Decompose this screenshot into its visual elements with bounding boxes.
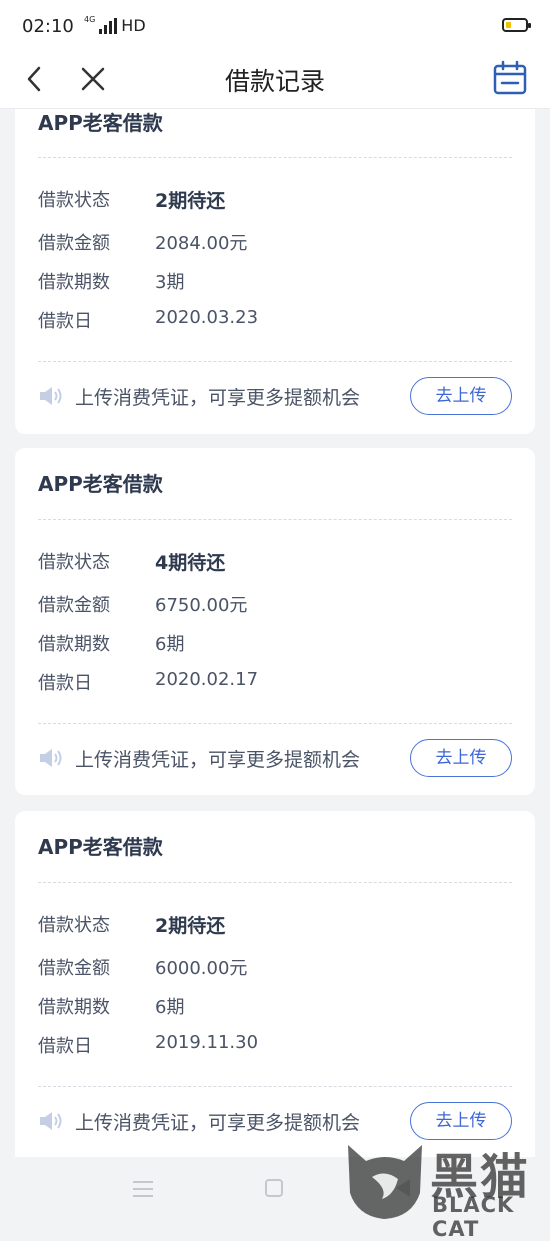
loan-list[interactable]: APP老客借款 借款状态 2期待还 借款金额 2084.00元 借款期数 3期 … [0,109,550,1157]
loan-card[interactable]: APP老客借款 借款状态 2期待还 借款金额 2084.00元 借款期数 3期 … [15,109,535,434]
status-row: 借款状态 2期待还 [38,186,512,214]
term-value: 6期 [155,997,185,1018]
notice-text: 上传消费凭证，可享更多提额机会 [75,749,361,771]
term-value: 3期 [155,272,185,293]
network-type: 4G [84,15,96,24]
amount-label: 借款金额 [38,233,110,254]
term-label: 借款期数 [38,634,110,655]
term-row: 借款期数 3期 [38,268,512,296]
amount-label: 借款金额 [38,958,110,979]
date-row: 借款日 2019.11.30 [38,1032,512,1060]
cat-logo-icon [348,1145,422,1219]
term-row: 借款期数 6期 [38,993,512,1021]
amount-row: 借款金额 6000.00元 [38,954,512,982]
date-row: 借款日 2020.02.17 [38,669,512,697]
term-label: 借款期数 [38,997,110,1018]
signal-icon [99,17,118,34]
divider [38,519,512,520]
divider [38,157,512,158]
term-row: 借款期数 6期 [38,630,512,658]
notice-text: 上传消费凭证，可享更多提额机会 [75,387,361,409]
loan-card[interactable]: APP老客借款 借款状态 2期待还 借款金额 6000.00元 借款期数 6期 … [15,811,535,1157]
amount-row: 借款金额 6750.00元 [38,591,512,619]
amount-value: 6750.00元 [155,595,248,616]
date-value: 2020.03.23 [155,307,259,328]
upload-notice: 上传消费凭证，可享更多提额机会 去上传 [38,377,512,417]
term-value: 6期 [155,634,185,655]
speaker-icon [40,749,62,767]
home-key-icon[interactable] [265,1179,283,1197]
term-label: 借款期数 [38,272,110,293]
speaker-icon [40,1112,62,1130]
status-row: 借款状态 2期待还 [38,911,512,939]
status-row: 借款状态 4期待还 [38,548,512,576]
divider [38,723,512,724]
amount-label: 借款金额 [38,595,110,616]
calendar-icon[interactable] [492,60,528,96]
status-value: 2期待还 [155,190,226,212]
status-time: 02:10 [22,16,74,37]
status-value: 4期待还 [155,552,226,574]
upload-button[interactable]: 去上传 [410,377,512,415]
network-indicator: 4G HD [84,15,146,35]
status-label: 借款状态 [38,915,110,936]
status-value: 2期待还 [155,915,226,937]
watermark-en: BLACK CAT [432,1193,515,1241]
nav-bar: 借款记录 [0,52,550,109]
date-row: 借款日 2020.03.23 [38,307,512,335]
hd-label: HD [121,16,146,35]
date-label: 借款日 [38,311,92,332]
date-label: 借款日 [38,1036,92,1057]
status-label: 借款状态 [38,190,110,211]
loan-card-title: APP老客借款 [38,835,163,859]
date-value: 2020.02.17 [155,669,259,690]
speaker-icon [40,387,62,405]
amount-value: 2084.00元 [155,233,248,254]
amount-value: 6000.00元 [155,958,248,979]
status-bar: 02:10 4G HD [0,0,550,52]
black-cat-watermark: 黑猫 BLACK CAT [342,1133,550,1241]
loan-card-title: APP老客借款 [38,472,163,496]
date-label: 借款日 [38,673,92,694]
page-title: 借款记录 [224,67,325,96]
battery-icon [502,18,531,32]
loan-card[interactable]: APP老客借款 借款状态 4期待还 借款金额 6750.00元 借款期数 6期 … [15,448,535,795]
divider [38,882,512,883]
divider [38,361,512,362]
upload-button[interactable]: 去上传 [410,739,512,777]
status-label: 借款状态 [38,552,110,573]
upload-notice: 上传消费凭证，可享更多提额机会 去上传 [38,739,512,779]
amount-row: 借款金额 2084.00元 [38,229,512,257]
date-value: 2019.11.30 [155,1032,259,1053]
menu-key-icon[interactable] [133,1181,153,1197]
divider [38,1086,512,1087]
loan-card-title: APP老客借款 [38,111,163,135]
notice-text: 上传消费凭证，可享更多提额机会 [75,1112,361,1134]
